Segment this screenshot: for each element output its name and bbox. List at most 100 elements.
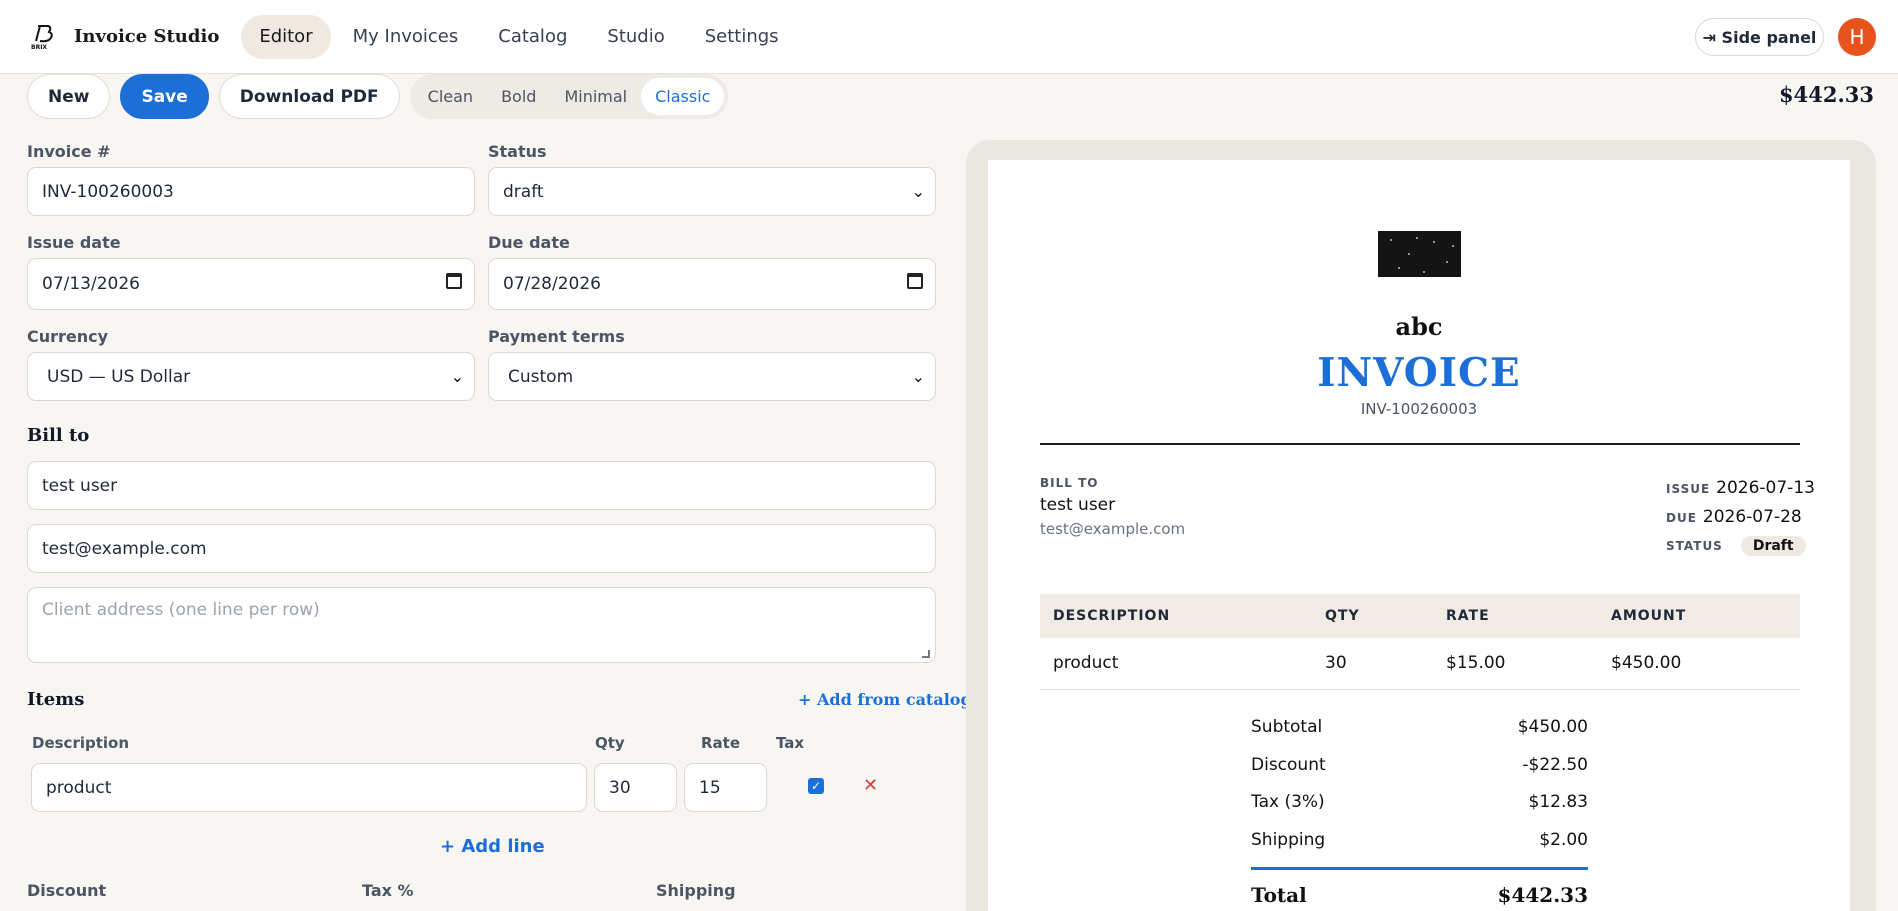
tax-percent-label: Tax % bbox=[362, 881, 414, 900]
currency-value: USD — US Dollar bbox=[47, 366, 191, 387]
client-address-placeholder: Client address (one line per row) bbox=[42, 600, 320, 620]
status-badge: Draft bbox=[1740, 536, 1806, 556]
status-value: draft bbox=[503, 181, 544, 202]
invoice-number-value: INV-100260003 bbox=[42, 181, 174, 202]
due-date-input[interactable]: 07/28/2026 bbox=[488, 258, 936, 310]
template-switcher: Clean Bold Minimal Classic bbox=[409, 74, 729, 119]
template-bold[interactable]: Bold bbox=[487, 78, 550, 115]
payment-terms-select[interactable]: Custom ⌄ bbox=[488, 352, 936, 401]
issue-date-input[interactable]: 07/13/2026 bbox=[27, 258, 475, 310]
remove-item-icon[interactable]: ✕ bbox=[863, 775, 878, 796]
preview-issue-date: 2026-07-13 bbox=[1716, 478, 1815, 498]
brix-logo-icon: BRIX bbox=[31, 24, 53, 51]
th-description: DESCRIPTION bbox=[1053, 608, 1171, 624]
preview-item-description: product bbox=[1053, 653, 1119, 673]
preview-client-name: test user bbox=[1040, 495, 1116, 515]
calendar-icon[interactable] bbox=[907, 273, 923, 289]
item-tax-header: Tax bbox=[776, 734, 805, 752]
preview-item-rate: $15.00 bbox=[1446, 653, 1506, 673]
template-clean[interactable]: Clean bbox=[414, 78, 487, 115]
due-date-value: 07/28/2026 bbox=[503, 274, 601, 294]
subtotal-label: Subtotal bbox=[1251, 717, 1323, 737]
th-amount: AMOUNT bbox=[1611, 608, 1687, 624]
status-select[interactable]: draft ⌄ bbox=[488, 167, 936, 216]
nav-settings[interactable]: Settings bbox=[687, 15, 797, 59]
discount-summary-value: -$22.50 bbox=[1522, 755, 1588, 775]
preview-row-divider bbox=[1040, 689, 1800, 690]
preview-invoice-number: INV-100260003 bbox=[1360, 400, 1478, 418]
due-date-label: Due date bbox=[488, 233, 570, 252]
app-name: Invoice Studio bbox=[74, 26, 220, 47]
avatar[interactable]: H bbox=[1838, 18, 1876, 56]
item-tax-checkbox[interactable]: ✓ bbox=[808, 778, 824, 794]
preview-due-date: 2026-07-28 bbox=[1702, 507, 1802, 527]
preview-issue-caption: ISSUE bbox=[1666, 482, 1711, 496]
template-minimal[interactable]: Minimal bbox=[550, 78, 641, 115]
subtotal-value: $450.00 bbox=[1517, 717, 1588, 737]
side-panel-label: ⇥ Side panel bbox=[1702, 27, 1817, 47]
preview-due-row: DUE 2026-07-28 bbox=[1666, 507, 1802, 527]
currency-select[interactable]: USD — US Dollar ⌄ bbox=[27, 352, 475, 401]
calendar-icon[interactable] bbox=[446, 273, 462, 289]
item-qty-header: Qty bbox=[595, 734, 625, 752]
chevron-down-icon: ⌄ bbox=[911, 367, 925, 386]
th-rate: RATE bbox=[1446, 608, 1490, 624]
main-nav: Editor My Invoices Catalog Studio Settin… bbox=[241, 14, 800, 59]
invoice-number-input[interactable]: INV-100260003 bbox=[27, 167, 475, 216]
logo-text: BRIX bbox=[31, 44, 47, 51]
client-email-input[interactable]: test@example.com bbox=[27, 524, 936, 573]
item-description-header: Description bbox=[32, 734, 130, 752]
item-qty-input[interactable]: 30 bbox=[594, 763, 677, 812]
brand[interactable]: BRIX Invoice Studio bbox=[30, 23, 219, 51]
discount-summary-label: Discount bbox=[1251, 755, 1326, 775]
side-panel-button[interactable]: ⇥ Side panel bbox=[1695, 18, 1824, 56]
item-rate-value: 15 bbox=[699, 777, 721, 798]
preview-bill-to-caption: BILL TO bbox=[1040, 476, 1099, 490]
issue-date-value: 07/13/2026 bbox=[42, 274, 140, 294]
nav-catalog[interactable]: Catalog bbox=[480, 15, 585, 59]
payment-terms-value: Custom bbox=[508, 366, 574, 387]
add-line-button[interactable]: + Add line bbox=[440, 836, 545, 857]
preview-invoice-title: INVOICE bbox=[1317, 350, 1521, 396]
client-address-textarea[interactable]: Client address (one line per row) bbox=[27, 587, 936, 663]
preview-item-qty: 30 bbox=[1325, 653, 1347, 673]
nav-my-invoices[interactable]: My Invoices bbox=[335, 15, 477, 59]
download-pdf-button[interactable]: Download PDF bbox=[218, 74, 400, 119]
preview-divider bbox=[1040, 443, 1800, 445]
total-value: $442.33 bbox=[1497, 883, 1588, 907]
item-qty-value: 30 bbox=[609, 777, 631, 798]
shipping-summary-value: $2.00 bbox=[1539, 830, 1588, 850]
tax-summary-value: $12.83 bbox=[1528, 792, 1588, 812]
preview-status-row: STATUS Draft bbox=[1666, 536, 1806, 556]
th-qty: QTY bbox=[1325, 608, 1360, 624]
issue-date-label: Issue date bbox=[27, 233, 121, 252]
preview-item-amount: $450.00 bbox=[1611, 653, 1682, 673]
nav-editor[interactable]: Editor bbox=[241, 14, 331, 59]
client-name-value: test user bbox=[42, 475, 118, 496]
save-button[interactable]: Save bbox=[120, 74, 209, 119]
client-name-input[interactable]: test user bbox=[27, 461, 936, 510]
item-description-input[interactable]: product bbox=[31, 763, 587, 812]
discount-label: Discount bbox=[27, 881, 107, 900]
preview-due-caption: DUE bbox=[1666, 511, 1697, 525]
company-logo-image bbox=[1378, 231, 1461, 277]
item-rate-input[interactable]: 15 bbox=[684, 763, 767, 812]
resize-handle-icon[interactable] bbox=[922, 650, 930, 658]
items-title: Items bbox=[27, 689, 85, 710]
item-rate-header: Rate bbox=[701, 734, 741, 752]
bill-to-title: Bill to bbox=[27, 425, 90, 446]
preview-issue-row: ISSUE 2026-07-13 bbox=[1666, 478, 1815, 498]
shipping-summary-label: Shipping bbox=[1251, 830, 1326, 850]
item-description-value: product bbox=[46, 777, 112, 798]
new-button[interactable]: New bbox=[27, 74, 111, 119]
total-label: Total bbox=[1251, 883, 1307, 907]
preview-status-caption: STATUS bbox=[1666, 539, 1723, 553]
total-divider bbox=[1251, 867, 1588, 870]
nav-studio[interactable]: Studio bbox=[589, 15, 682, 59]
template-classic[interactable]: Classic bbox=[641, 78, 725, 115]
chevron-down-icon: ⌄ bbox=[450, 367, 464, 386]
add-from-catalog-link[interactable]: + Add from catalog bbox=[798, 690, 972, 709]
header-total: $442.33 bbox=[1779, 82, 1874, 107]
chevron-down-icon: ⌄ bbox=[911, 182, 925, 201]
shipping-label: Shipping bbox=[656, 881, 736, 900]
